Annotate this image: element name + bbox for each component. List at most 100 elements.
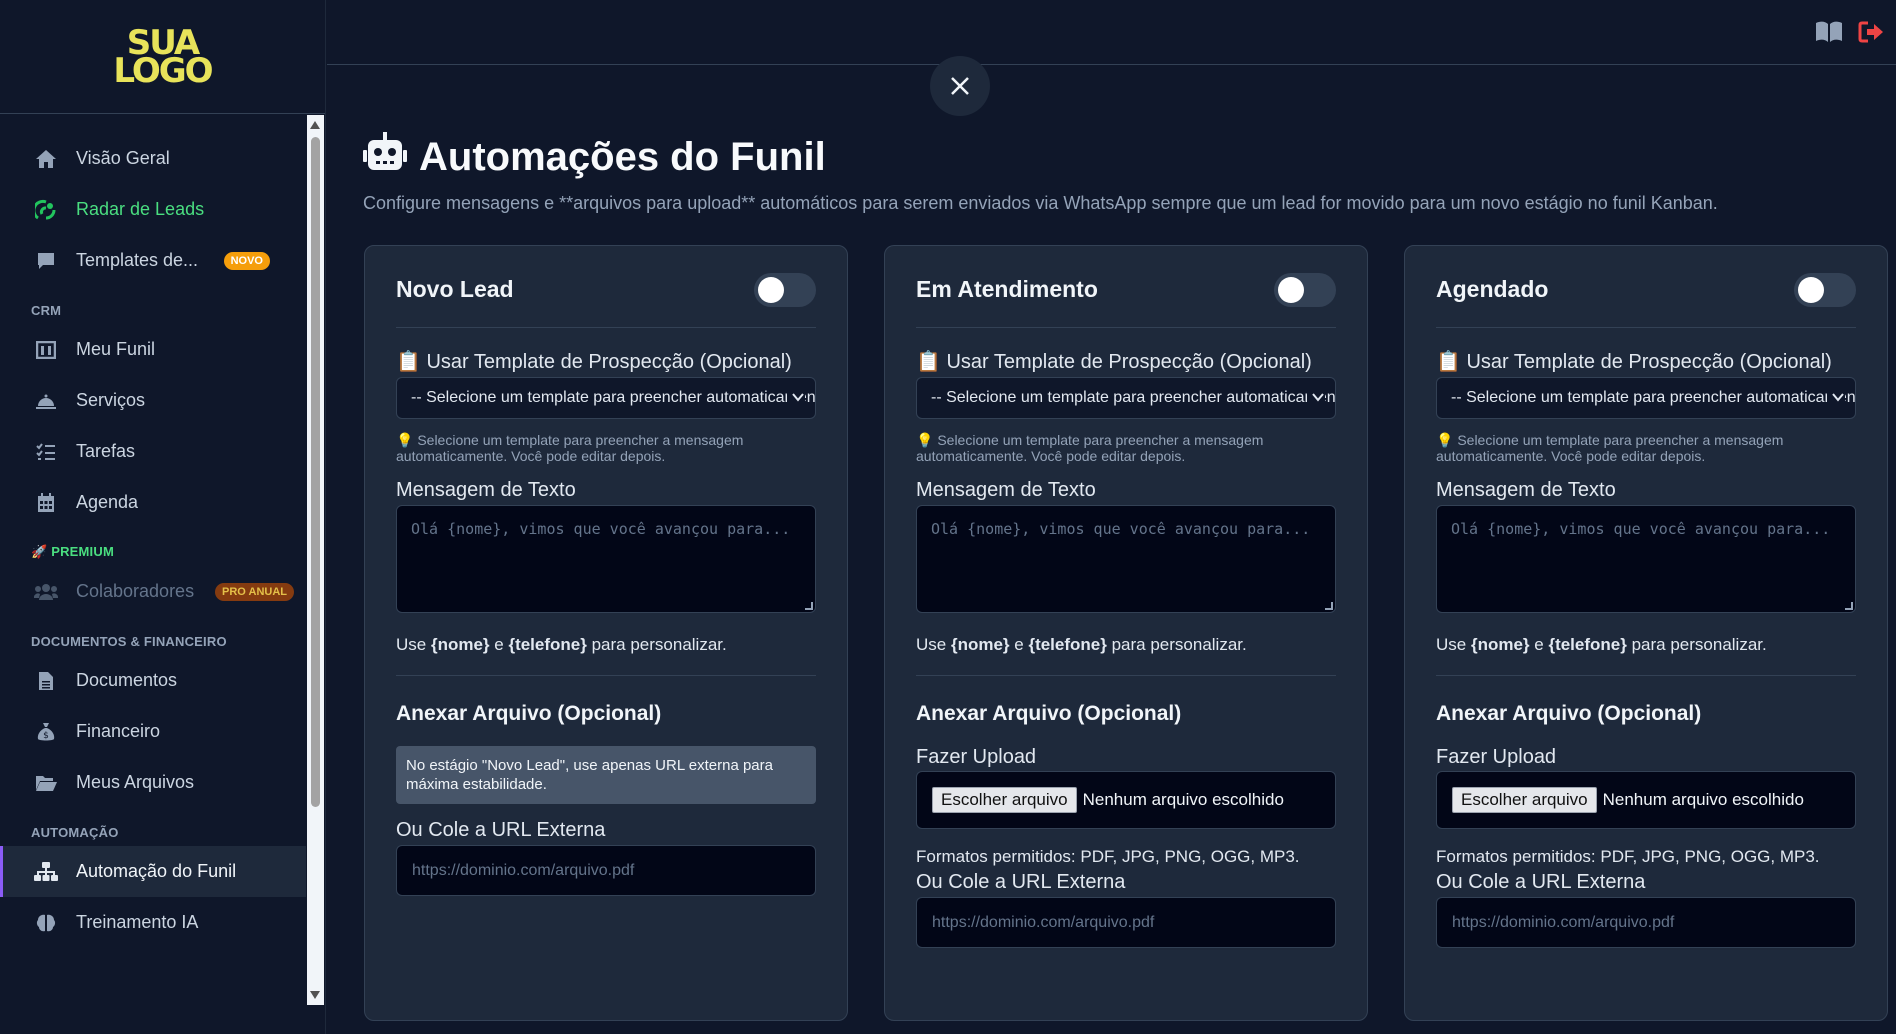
upload-label: Fazer Upload	[1436, 746, 1557, 768]
sidebar-item-label: Automação do Funil	[76, 861, 237, 881]
chevron-down-icon	[787, 390, 805, 409]
sidebar-item-tarefas[interactable]: Tarefas	[0, 426, 306, 477]
file-status: Nenhum arquivo escolhido	[1602, 790, 1804, 809]
use-suffix: para personalizar.	[586, 635, 727, 654]
info-box: No estágio "Novo Lead", use apenas URL e…	[396, 746, 816, 804]
sidebar-nav: Visão Geral Radar de Leads Templates de.…	[0, 115, 306, 1005]
users-icon	[34, 580, 58, 604]
card-title: Em Atendimento	[916, 276, 1098, 302]
scroll-thumb[interactable]	[311, 137, 320, 807]
sidebar-item-label: Treinamento IA	[76, 912, 199, 932]
new-badge: NOVO	[223, 251, 270, 270]
allowed-formats: Formatos permitidos: PDF, JPG, PNG, OGG,…	[916, 847, 1300, 866]
message-textarea[interactable]: Olá {nome}, vimos que você avançou para.…	[396, 505, 816, 613]
url-placeholder: https://dominio.com/arquivo.pdf	[1452, 913, 1675, 931]
top-bar	[327, 0, 1896, 65]
logo-line-2: LOGO	[113, 50, 213, 91]
logout-icon[interactable]	[1858, 20, 1886, 46]
section-automation: AUTOMAÇÃO	[31, 825, 119, 840]
home-icon	[34, 147, 58, 171]
sidebar-item-servicos[interactable]: Serviços	[0, 375, 306, 426]
var-telefone: {telefone}	[1548, 635, 1627, 654]
var-telefone: {telefone}	[508, 635, 587, 654]
scroll-up-arrow[interactable]	[310, 121, 320, 129]
upload-label: Fazer Upload	[916, 746, 1037, 768]
sidebar-item-label: Agenda	[76, 492, 139, 512]
personalize-hint: Use {nome} e {telefone} para personaliza…	[916, 635, 1336, 676]
enable-toggle[interactable]	[1794, 272, 1856, 307]
page-title: Automações do Funil	[363, 132, 826, 182]
stage-card-novo-lead: Novo Lead 📋 Usar Template de Prospecção …	[364, 245, 848, 1021]
use-suffix: para personalizar.	[1106, 635, 1247, 654]
sidebar-item-label: Colaboradores	[76, 581, 195, 601]
template-label: 📋 Usar Template de Prospecção (Opcional)	[396, 351, 792, 373]
personalize-hint: Use {nome} e {telefone} para personaliza…	[1436, 635, 1856, 676]
template-select[interactable]: -- Selecione um template para preencher …	[396, 377, 816, 419]
sidebar-item-visao-geral[interactable]: Visão Geral	[0, 133, 306, 184]
template-hint: 💡 Selecione um template para preencher a…	[916, 432, 1264, 464]
url-label: Ou Cole a URL Externa	[916, 871, 1126, 893]
message-placeholder: Olá {nome}, vimos que você avançou para.…	[931, 520, 1311, 538]
var-nome: {nome}	[430, 635, 490, 654]
choose-file-button[interactable]: Escolher arquivo	[1452, 787, 1597, 813]
sidebar-item-financeiro[interactable]: $ Financeiro	[0, 706, 306, 757]
main-content: Automações do Funil Configure mensagens …	[327, 56, 1896, 1034]
close-button[interactable]	[930, 56, 990, 116]
sidebar-item-meus-arquivos[interactable]: Meus Arquivos	[0, 757, 306, 808]
message-textarea[interactable]: Olá {nome}, vimos que você avançou para.…	[916, 505, 1336, 613]
choose-file-button[interactable]: Escolher arquivo	[932, 787, 1077, 813]
var-telefone: {telefone}	[1028, 635, 1107, 654]
scroll-down-arrow[interactable]	[310, 991, 320, 999]
use-prefix: Use	[1436, 635, 1471, 654]
page-title-text: Automações do Funil	[419, 134, 826, 179]
message-label: Mensagem de Texto	[916, 479, 1096, 501]
message-textarea[interactable]: Olá {nome}, vimos que você avançou para.…	[1436, 505, 1856, 613]
use-and: e	[1009, 635, 1029, 654]
resize-grip-icon[interactable]	[1325, 602, 1333, 610]
card-header: Em Atendimento	[916, 246, 1336, 328]
template-select[interactable]: -- Selecione um template para preencher …	[1436, 377, 1856, 419]
folder-open-icon	[34, 771, 58, 795]
sidebar-item-automacao-do-funil[interactable]: Automação do Funil	[0, 846, 306, 897]
book-icon[interactable]	[1815, 20, 1843, 46]
message-label: Mensagem de Texto	[1436, 479, 1616, 501]
url-input[interactable]: https://dominio.com/arquivo.pdf	[1436, 897, 1856, 948]
resize-grip-icon[interactable]	[1845, 602, 1853, 610]
sidebar-scrollbar[interactable]	[307, 115, 324, 1005]
pro-badge: PRO ANUAL	[215, 582, 294, 601]
sidebar-item-agenda[interactable]: Agenda	[0, 477, 306, 528]
chat-icon	[34, 249, 58, 273]
url-placeholder: https://dominio.com/arquivo.pdf	[932, 913, 1155, 931]
message-placeholder: Olá {nome}, vimos que você avançou para.…	[1451, 520, 1831, 538]
use-suffix: para personalizar.	[1626, 635, 1767, 654]
svg-text:$: $	[43, 731, 49, 741]
resize-grip-icon[interactable]	[805, 602, 813, 610]
template-label: 📋 Usar Template de Prospecção (Opcional)	[1436, 351, 1832, 373]
close-icon	[951, 77, 969, 95]
url-input[interactable]: https://dominio.com/arquivo.pdf	[916, 897, 1336, 948]
sidebar-item-label: Financeiro	[76, 721, 161, 741]
enable-toggle[interactable]	[1274, 272, 1336, 307]
url-input[interactable]: https://dominio.com/arquivo.pdf	[396, 845, 816, 896]
logo[interactable]: SUA LOGO	[113, 26, 213, 91]
stage-card-agendado: Agendado 📋 Usar Template de Prospecção (…	[1404, 245, 1888, 1021]
sidebar-item-label: Serviços	[76, 390, 146, 410]
template-hint: 💡 Selecione um template para preencher a…	[1436, 432, 1784, 464]
file-status: Nenhum arquivo escolhido	[1082, 790, 1284, 809]
use-prefix: Use	[396, 635, 431, 654]
money-bag-icon: $	[34, 720, 58, 744]
sidebar-item-radar-de-leads[interactable]: Radar de Leads	[0, 184, 306, 235]
sidebar-item-label: Tarefas	[76, 441, 136, 461]
file-input[interactable]: Escolher arquivo Nenhum arquivo escolhid…	[1436, 771, 1856, 829]
sidebar-item-meu-funil[interactable]: Meu Funil	[0, 324, 306, 375]
file-input[interactable]: Escolher arquivo Nenhum arquivo escolhid…	[916, 771, 1336, 829]
chevron-down-icon	[1307, 390, 1325, 409]
sidebar-item-colaboradores[interactable]: Colaboradores PRO ANUAL	[0, 566, 306, 617]
bell-service-icon	[34, 389, 58, 413]
template-select[interactable]: -- Selecione um template para preencher …	[916, 377, 1336, 419]
sidebar-item-label: Templates de...	[76, 250, 199, 270]
enable-toggle[interactable]	[754, 272, 816, 307]
sidebar-item-treinamento-ia[interactable]: Treinamento IA	[0, 897, 306, 948]
sidebar-item-documentos[interactable]: Documentos	[0, 655, 306, 706]
sidebar-item-templates[interactable]: Templates de... NOVO	[0, 235, 306, 286]
